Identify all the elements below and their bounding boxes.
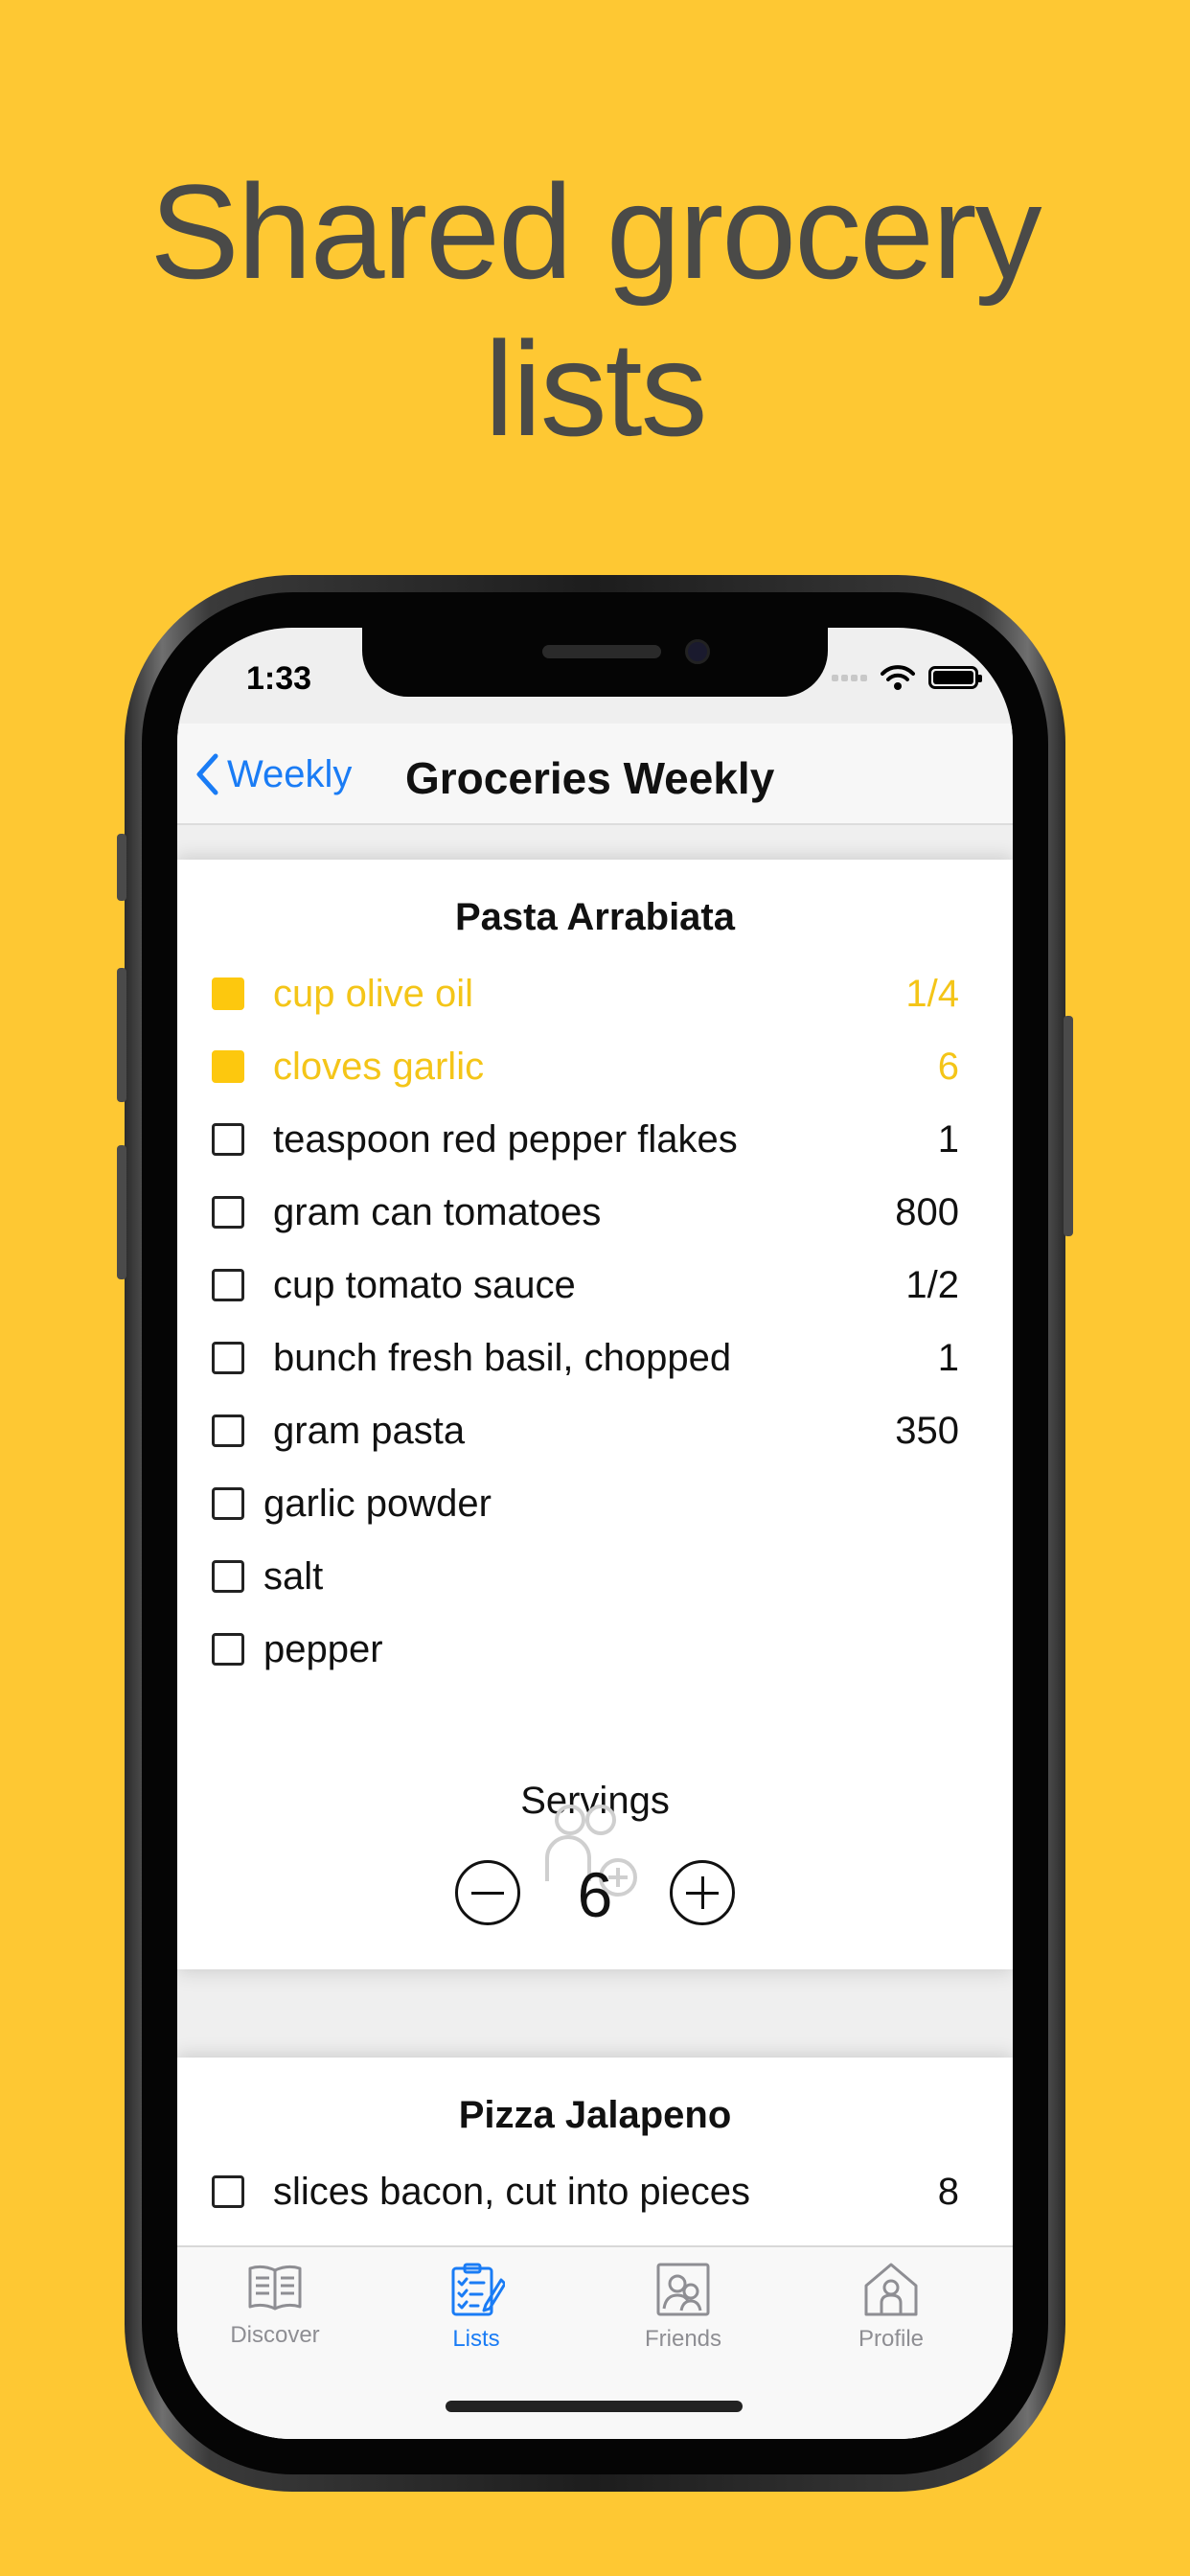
item-quantity: 6	[937, 1045, 959, 1088]
app-screen: 1:33 Weekly Groceries Weekly Pasta Arrab…	[177, 628, 1013, 2439]
item-name: salt	[263, 1554, 324, 1598]
headline: Shared grocery lists	[0, 153, 1190, 468]
chevron-left-icon	[196, 753, 218, 795]
wifi-icon	[881, 665, 915, 690]
status-time: 1:33	[246, 660, 312, 697]
recipe-card-pasta-arrabiata: Pasta Arrabiata cup olive oil 1/4 cloves…	[177, 860, 1013, 1969]
list-item[interactable]: gram can tomatoes 800	[212, 1176, 959, 1249]
item-name: slices bacon, cut into pieces	[273, 2170, 751, 2213]
checkbox[interactable]	[212, 1560, 244, 1593]
list-item[interactable]: bunch fresh basil, chopped 1	[212, 1322, 959, 1394]
item-name: bunch fresh basil, chopped	[273, 1336, 732, 1379]
checkbox[interactable]	[212, 1342, 244, 1374]
item-name: cup olive oil	[273, 972, 474, 1015]
book-icon	[248, 2265, 302, 2311]
checkbox[interactable]	[212, 978, 244, 1010]
recipe-title: Pasta Arrabiata	[455, 896, 735, 938]
headline-line-2: lists	[484, 313, 707, 464]
page-title: Groceries Weekly	[405, 753, 775, 803]
cellular-signal-icon	[832, 674, 867, 681]
phone-side-button	[117, 834, 126, 901]
front-camera	[685, 639, 710, 664]
battery-icon	[928, 666, 982, 689]
item-name: cloves garlic	[273, 1045, 485, 1088]
item-quantity: 1	[937, 1336, 959, 1379]
servings-stepper: 6	[177, 1805, 1013, 1941]
item-name: gram can tomatoes	[273, 1190, 602, 1233]
notch	[362, 628, 828, 697]
home-indicator[interactable]	[446, 2401, 743, 2412]
phone-volume-up	[117, 968, 126, 1102]
speaker-grille	[542, 645, 661, 658]
tab-label: Profile	[858, 2326, 925, 2352]
list-item[interactable]: gram pasta 350	[212, 1394, 959, 1467]
checkbox[interactable]	[212, 1487, 244, 1520]
phone-power-button	[1064, 1016, 1073, 1236]
checkbox[interactable]	[212, 1414, 244, 1447]
checkbox[interactable]	[212, 2175, 244, 2208]
servings-count: 6	[577, 1859, 613, 1930]
list-item[interactable]: salt	[212, 1540, 959, 1613]
item-name: cup tomato sauce	[273, 1263, 576, 1306]
list-item[interactable]: cup olive oil 1/4	[212, 957, 959, 1030]
list-item[interactable]: cup tomato sauce 1/2	[212, 1249, 959, 1322]
tab-label: Discover	[230, 2322, 320, 2348]
item-name: teaspoon red pepper flakes	[273, 1117, 738, 1161]
tab-discover[interactable]: Discover	[198, 2261, 352, 2349]
tab-label: Lists	[452, 2326, 500, 2352]
item-name: pepper	[263, 1627, 383, 1670]
checkbox[interactable]	[212, 1123, 244, 1156]
list-item[interactable]: slices bacon, cut into pieces 8	[212, 2155, 959, 2228]
status-icons	[832, 664, 982, 691]
phone-volume-down	[117, 1145, 126, 1279]
list-item[interactable]: teaspoon red pepper flakes 1	[212, 1103, 959, 1176]
item-quantity: 1	[937, 1117, 959, 1161]
checkbox[interactable]	[212, 1050, 244, 1083]
item-name: garlic powder	[263, 1482, 492, 1525]
item-quantity: 350	[895, 1409, 959, 1452]
recipe-title: Pizza Jalapeno	[458, 2094, 732, 2136]
tab-label: Friends	[644, 2326, 722, 2352]
list-item[interactable]: cloves garlic 6	[212, 1030, 959, 1103]
friends-icon	[656, 2263, 710, 2316]
item-quantity: 800	[895, 1190, 959, 1233]
tab-friends[interactable]: Friends	[606, 2261, 760, 2353]
checklist-icon	[451, 2263, 505, 2316]
tab-profile[interactable]: Profile	[814, 2261, 968, 2353]
list-item[interactable]: garlic powder	[212, 1467, 959, 1540]
checkbox[interactable]	[212, 1633, 244, 1666]
navigation-bar: Weekly Groceries Weekly	[177, 724, 1013, 825]
profile-icon	[864, 2263, 918, 2316]
headline-line-1: Shared grocery	[149, 156, 1041, 307]
item-quantity: 1/4	[905, 972, 959, 1015]
back-button-label: Weekly	[227, 752, 353, 795]
tab-lists[interactable]: Lists	[400, 2261, 553, 2353]
item-quantity: 1/2	[905, 1263, 959, 1306]
back-button[interactable]: Weekly	[195, 752, 352, 796]
checkbox[interactable]	[212, 1196, 244, 1229]
item-quantity: 8	[937, 2170, 959, 2213]
checkbox[interactable]	[212, 1269, 244, 1301]
list-item[interactable]: pepper	[212, 1613, 959, 1686]
item-name: gram pasta	[273, 1409, 466, 1452]
